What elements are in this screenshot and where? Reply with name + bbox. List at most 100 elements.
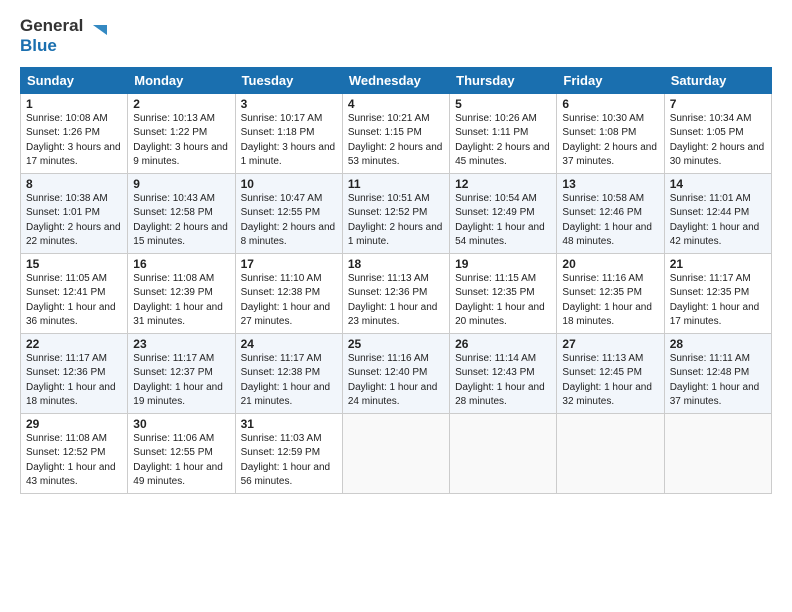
day-info: Sunrise: 10:17 AM Sunset: 1:18 PM Daylig… [241, 112, 337, 170]
day-cell: 15Sunrise: 11:05 AM Sunset: 12:41 PM Day… [21, 253, 128, 333]
day-cell: 26Sunrise: 11:14 AM Sunset: 12:43 PM Day… [450, 333, 557, 413]
header-cell-tuesday: Tuesday [235, 67, 342, 93]
header-cell-saturday: Saturday [664, 67, 771, 93]
day-cell: 2Sunrise: 10:13 AM Sunset: 1:22 PM Dayli… [128, 93, 235, 173]
day-number: 1 [26, 97, 122, 111]
day-cell: 23Sunrise: 11:17 AM Sunset: 12:37 PM Day… [128, 333, 235, 413]
day-info: Sunrise: 10:54 AM Sunset: 12:49 PM Dayli… [455, 192, 551, 250]
day-cell: 20Sunrise: 11:16 AM Sunset: 12:35 PM Day… [557, 253, 664, 333]
day-cell: 5Sunrise: 10:26 AM Sunset: 1:11 PM Dayli… [450, 93, 557, 173]
day-number: 29 [26, 417, 122, 431]
day-info: Sunrise: 11:06 AM Sunset: 12:55 PM Dayli… [133, 432, 229, 490]
day-cell: 30Sunrise: 11:06 AM Sunset: 12:55 PM Day… [128, 413, 235, 493]
day-number: 17 [241, 257, 337, 271]
day-info: Sunrise: 10:34 AM Sunset: 1:05 PM Daylig… [670, 112, 766, 170]
day-cell: 25Sunrise: 11:16 AM Sunset: 12:40 PM Day… [342, 333, 449, 413]
day-info: Sunrise: 10:13 AM Sunset: 1:22 PM Daylig… [133, 112, 229, 170]
day-info: Sunrise: 11:01 AM Sunset: 12:44 PM Dayli… [670, 192, 766, 250]
day-number: 19 [455, 257, 551, 271]
day-info: Sunrise: 11:17 AM Sunset: 12:35 PM Dayli… [670, 272, 766, 330]
day-cell: 1Sunrise: 10:08 AM Sunset: 1:26 PM Dayli… [21, 93, 128, 173]
day-info: Sunrise: 11:13 AM Sunset: 12:45 PM Dayli… [562, 352, 658, 410]
day-number: 21 [670, 257, 766, 271]
day-number: 8 [26, 177, 122, 191]
day-info: Sunrise: 10:08 AM Sunset: 1:26 PM Daylig… [26, 112, 122, 170]
day-number: 18 [348, 257, 444, 271]
day-number: 30 [133, 417, 229, 431]
day-number: 6 [562, 97, 658, 111]
day-cell: 11Sunrise: 10:51 AM Sunset: 12:52 PM Day… [342, 173, 449, 253]
day-info: Sunrise: 11:10 AM Sunset: 12:38 PM Dayli… [241, 272, 337, 330]
day-info: Sunrise: 10:30 AM Sunset: 1:08 PM Daylig… [562, 112, 658, 170]
header-cell-monday: Monday [128, 67, 235, 93]
day-number: 2 [133, 97, 229, 111]
header-cell-sunday: Sunday [21, 67, 128, 93]
day-cell: 10Sunrise: 10:47 AM Sunset: 12:55 PM Day… [235, 173, 342, 253]
day-cell: 6Sunrise: 10:30 AM Sunset: 1:08 PM Dayli… [557, 93, 664, 173]
logo-container: General Blue [20, 16, 107, 57]
day-cell: 24Sunrise: 11:17 AM Sunset: 12:38 PM Day… [235, 333, 342, 413]
day-cell: 27Sunrise: 11:13 AM Sunset: 12:45 PM Day… [557, 333, 664, 413]
day-info: Sunrise: 11:11 AM Sunset: 12:48 PM Dayli… [670, 352, 766, 410]
day-cell: 16Sunrise: 11:08 AM Sunset: 12:39 PM Day… [128, 253, 235, 333]
day-number: 9 [133, 177, 229, 191]
day-number: 23 [133, 337, 229, 351]
day-info: Sunrise: 11:08 AM Sunset: 12:52 PM Dayli… [26, 432, 122, 490]
day-cell: 8Sunrise: 10:38 AM Sunset: 1:01 PM Dayli… [21, 173, 128, 253]
day-number: 14 [670, 177, 766, 191]
day-number: 26 [455, 337, 551, 351]
day-number: 28 [670, 337, 766, 351]
calendar-table: SundayMondayTuesdayWednesdayThursdayFrid… [20, 67, 772, 494]
day-number: 24 [241, 337, 337, 351]
logo-blue: Blue [20, 36, 57, 55]
day-info: Sunrise: 11:08 AM Sunset: 12:39 PM Dayli… [133, 272, 229, 330]
day-info: Sunrise: 10:43 AM Sunset: 12:58 PM Dayli… [133, 192, 229, 250]
day-info: Sunrise: 10:58 AM Sunset: 12:46 PM Dayli… [562, 192, 658, 250]
header-cell-friday: Friday [557, 67, 664, 93]
day-number: 11 [348, 177, 444, 191]
logo: General Blue [20, 16, 107, 57]
day-cell: 28Sunrise: 11:11 AM Sunset: 12:48 PM Day… [664, 333, 771, 413]
week-row-4: 22Sunrise: 11:17 AM Sunset: 12:36 PM Day… [21, 333, 772, 413]
day-cell: 17Sunrise: 11:10 AM Sunset: 12:38 PM Day… [235, 253, 342, 333]
header-cell-wednesday: Wednesday [342, 67, 449, 93]
day-info: Sunrise: 11:16 AM Sunset: 12:35 PM Dayli… [562, 272, 658, 330]
day-cell: 4Sunrise: 10:21 AM Sunset: 1:15 PM Dayli… [342, 93, 449, 173]
day-info: Sunrise: 11:03 AM Sunset: 12:59 PM Dayli… [241, 432, 337, 490]
day-info: Sunrise: 11:05 AM Sunset: 12:41 PM Dayli… [26, 272, 122, 330]
day-info: Sunrise: 11:16 AM Sunset: 12:40 PM Dayli… [348, 352, 444, 410]
week-row-5: 29Sunrise: 11:08 AM Sunset: 12:52 PM Day… [21, 413, 772, 493]
day-info: Sunrise: 10:21 AM Sunset: 1:15 PM Daylig… [348, 112, 444, 170]
day-number: 31 [241, 417, 337, 431]
day-info: Sunrise: 11:15 AM Sunset: 12:35 PM Dayli… [455, 272, 551, 330]
day-cell [664, 413, 771, 493]
header-cell-thursday: Thursday [450, 67, 557, 93]
day-cell: 21Sunrise: 11:17 AM Sunset: 12:35 PM Day… [664, 253, 771, 333]
day-number: 4 [348, 97, 444, 111]
day-cell [342, 413, 449, 493]
day-cell: 18Sunrise: 11:13 AM Sunset: 12:36 PM Day… [342, 253, 449, 333]
day-number: 7 [670, 97, 766, 111]
day-number: 12 [455, 177, 551, 191]
day-cell: 7Sunrise: 10:34 AM Sunset: 1:05 PM Dayli… [664, 93, 771, 173]
day-number: 22 [26, 337, 122, 351]
day-number: 3 [241, 97, 337, 111]
day-number: 5 [455, 97, 551, 111]
day-number: 27 [562, 337, 658, 351]
day-number: 25 [348, 337, 444, 351]
day-cell: 9Sunrise: 10:43 AM Sunset: 12:58 PM Dayl… [128, 173, 235, 253]
logo-general: General [20, 16, 83, 35]
week-row-2: 8Sunrise: 10:38 AM Sunset: 1:01 PM Dayli… [21, 173, 772, 253]
day-cell: 13Sunrise: 10:58 AM Sunset: 12:46 PM Day… [557, 173, 664, 253]
day-cell: 29Sunrise: 11:08 AM Sunset: 12:52 PM Day… [21, 413, 128, 493]
day-info: Sunrise: 10:47 AM Sunset: 12:55 PM Dayli… [241, 192, 337, 250]
page-header: General Blue [20, 16, 772, 57]
day-cell: 3Sunrise: 10:17 AM Sunset: 1:18 PM Dayli… [235, 93, 342, 173]
day-info: Sunrise: 10:51 AM Sunset: 12:52 PM Dayli… [348, 192, 444, 250]
day-number: 20 [562, 257, 658, 271]
day-info: Sunrise: 10:26 AM Sunset: 1:11 PM Daylig… [455, 112, 551, 170]
day-info: Sunrise: 11:14 AM Sunset: 12:43 PM Dayli… [455, 352, 551, 410]
day-cell: 14Sunrise: 11:01 AM Sunset: 12:44 PM Day… [664, 173, 771, 253]
day-info: Sunrise: 11:17 AM Sunset: 12:38 PM Dayli… [241, 352, 337, 410]
day-cell [450, 413, 557, 493]
